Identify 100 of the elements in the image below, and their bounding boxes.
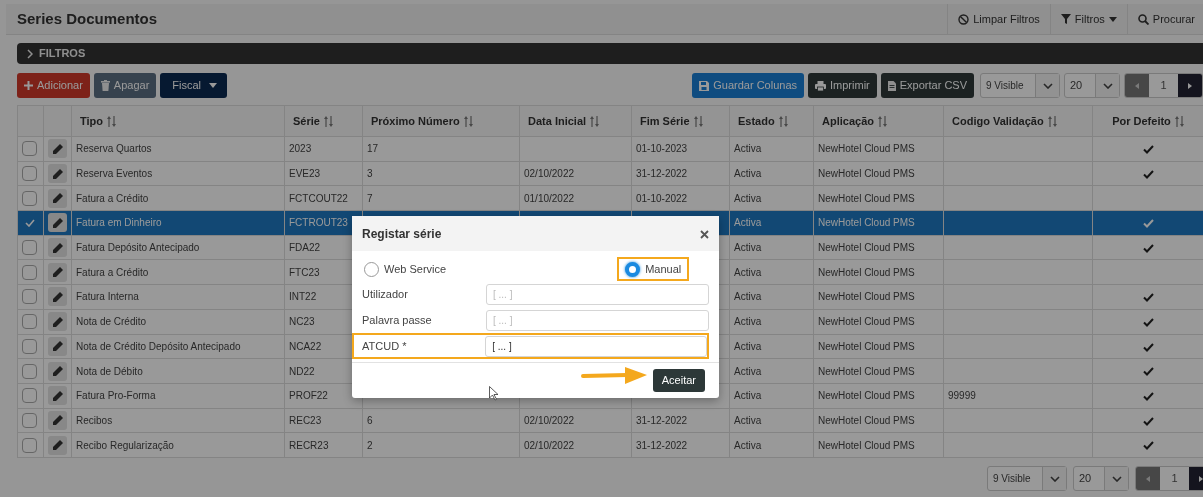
header-action-button[interactable]: Procurar — [1126, 3, 1203, 35]
row-checkbox[interactable] — [22, 190, 37, 206]
edit-button[interactable] — [48, 312, 67, 332]
table-cell: Activa — [734, 291, 762, 303]
table-cell: Nota de Crédito — [76, 316, 147, 328]
input-field[interactable]: [ ... ] — [486, 283, 709, 305]
table-cell: NewHotel Cloud PMS — [818, 340, 915, 352]
dialog-title: Registar série — [362, 225, 442, 243]
sort-icon — [693, 115, 703, 127]
row-checkbox[interactable] — [22, 289, 37, 305]
table-cell: PROF22 — [289, 390, 328, 402]
sort-icon — [463, 115, 473, 127]
table-cell: NewHotel Cloud PMS — [818, 143, 915, 155]
radio-option[interactable]: Manual — [617, 256, 690, 282]
edit-button[interactable] — [48, 188, 67, 208]
columns-select[interactable]: 9 Visible — [987, 466, 1067, 491]
table-cell: NC23 — [289, 316, 315, 328]
table-cell: Activa — [734, 316, 762, 328]
page-size-select[interactable]: 20 — [1064, 73, 1120, 98]
previous-page-button[interactable] — [1125, 74, 1149, 97]
export-button[interactable]: Exportar CSV — [880, 73, 974, 98]
edit-button[interactable] — [48, 287, 67, 307]
input-field[interactable]: [ ... ] — [486, 309, 709, 331]
pencil-icon — [52, 217, 63, 228]
row-checkbox[interactable] — [22, 437, 37, 453]
table-cell: 7 — [367, 192, 373, 204]
table-cell: Activa — [734, 365, 762, 377]
triangle-right-icon — [1199, 475, 1203, 482]
edit-button[interactable] — [48, 361, 67, 381]
column-header[interactable]: Tipo — [80, 112, 103, 130]
table-cell: FTC23 — [289, 266, 320, 278]
table-cell: RECR23 — [289, 439, 329, 451]
table-cell: Reserva Quartos — [76, 143, 152, 155]
table-cell: Recibo Regularização — [76, 439, 174, 451]
row-checkbox[interactable] — [22, 240, 37, 256]
table-cell: Activa — [734, 192, 762, 204]
triangle-left-icon — [1135, 82, 1139, 89]
edit-button[interactable] — [48, 262, 67, 282]
table-cell: Activa — [734, 217, 762, 229]
table-cell: Activa — [734, 168, 762, 180]
clear-icon — [958, 13, 970, 25]
floppy-icon — [699, 80, 710, 91]
row-checkbox[interactable] — [22, 141, 37, 157]
edit-button[interactable] — [48, 139, 67, 159]
edit-button[interactable] — [48, 336, 67, 356]
table-cell: ND22 — [289, 365, 315, 377]
row-checkbox[interactable] — [22, 166, 37, 182]
radio-option[interactable]: Web Service — [362, 256, 455, 282]
table-cell: NewHotel Cloud PMS — [818, 316, 915, 328]
print-button[interactable]: Imprimir — [808, 73, 877, 98]
pencil-icon — [52, 242, 63, 253]
pencil-icon — [52, 193, 63, 204]
page-size-select[interactable]: 20 — [1073, 466, 1129, 491]
add-button[interactable]: Adicionar — [17, 73, 90, 98]
pencil-icon — [52, 143, 63, 154]
row-checkbox[interactable] — [22, 363, 37, 379]
filters-bar[interactable]: FILTROS — [17, 43, 1203, 64]
table-cell: NewHotel Cloud PMS — [818, 390, 915, 402]
pencil-icon — [52, 390, 63, 401]
file-icon — [887, 80, 896, 91]
chevron-icon — [27, 48, 33, 59]
chevron-down-icon — [1111, 475, 1122, 482]
field-label: ATCUD * — [362, 338, 408, 354]
previous-page-button[interactable] — [1136, 467, 1160, 490]
header-action-button[interactable]: Filtros — [1049, 3, 1127, 35]
table-cell: NewHotel Cloud PMS — [818, 168, 915, 180]
table-cell: Activa — [734, 143, 762, 155]
table-cell: 31-12-2022 — [636, 168, 688, 180]
column-header[interactable]: Série — [293, 112, 320, 130]
row-checkbox[interactable] — [22, 264, 37, 280]
table-cell: Fatura a Crédito — [76, 266, 149, 278]
sort-icon — [1047, 115, 1057, 127]
edit-button[interactable] — [48, 213, 67, 233]
plus-icon — [24, 81, 33, 90]
edit-button[interactable] — [48, 238, 67, 258]
columns-select[interactable]: 9 Visible — [980, 73, 1060, 98]
chevron-down-icon — [1102, 82, 1113, 89]
pencil-icon — [52, 168, 63, 179]
accept-button[interactable]: Aceitar — [652, 369, 705, 392]
chevron-down-icon — [1049, 475, 1060, 482]
chevron-down-icon — [1042, 82, 1053, 89]
edit-button[interactable] — [48, 435, 67, 455]
table-cell: 02/10/2022 — [524, 414, 575, 426]
row-checkbox[interactable] — [22, 412, 37, 428]
delete-button[interactable]: Apagar — [93, 73, 157, 98]
save-button[interactable]: Guardar Colunas — [692, 73, 805, 98]
edit-button[interactable] — [48, 386, 67, 406]
row-checkbox[interactable] — [22, 388, 37, 404]
table-cell: Fatura Pro-Forma — [76, 390, 156, 402]
input-field[interactable]: [ ... ] — [485, 335, 707, 357]
pencil-icon — [52, 415, 63, 426]
row-checkbox[interactable] — [22, 338, 37, 354]
row-checkbox[interactable] — [22, 314, 37, 330]
table-cell: Fatura Depósito Antecipado — [76, 242, 200, 254]
dropdown-button[interactable]: Fiscal — [160, 73, 228, 98]
edit-button[interactable] — [48, 410, 67, 430]
edit-button[interactable] — [48, 164, 67, 184]
next-page-button[interactable] — [1178, 74, 1202, 97]
close-icon — [700, 229, 709, 239]
header-action-button[interactable]: Limpar Filtros — [947, 3, 1050, 35]
